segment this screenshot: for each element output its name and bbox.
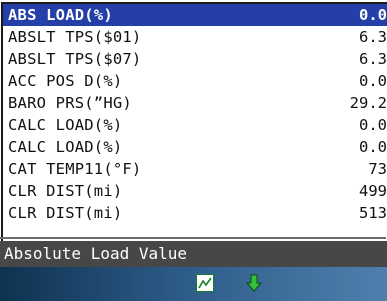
pid-value: 499 (359, 182, 387, 200)
pid-value: 6.3 (359, 50, 387, 68)
pid-name: CAT TEMP11(°F) (8, 160, 142, 178)
pid-value: 0.0 (359, 116, 387, 134)
pid-name: BARO PRS(”HG) (8, 94, 132, 112)
pid-value: 29.2 (349, 94, 387, 112)
pid-name: CLR DIST(mi) (8, 182, 123, 200)
graph-icon[interactable] (196, 274, 214, 292)
pid-name: ACC POS D(%) (8, 72, 123, 90)
pid-value: 513 (359, 204, 387, 222)
pid-value: 0.0 (359, 138, 387, 156)
pid-row[interactable]: ABS LOAD(%) 0.0 (3, 4, 387, 26)
pid-value: 0.0 (359, 6, 387, 24)
description-bar: Absolute Load Value (0, 241, 387, 267)
pid-name: ABSLT TPS($07) (8, 50, 142, 68)
pid-description: Absolute Load Value (4, 244, 188, 263)
list-divider (0, 237, 386, 239)
pid-row[interactable]: ABSLT TPS($07) 6.3 (3, 48, 387, 70)
pid-name: CALC LOAD(%) (8, 116, 123, 134)
pid-name: ABS LOAD(%) (8, 6, 113, 24)
pid-row[interactable]: ACC POS D(%) 0.0 (3, 70, 387, 92)
pid-row[interactable]: CLR DIST(mi) 513 (3, 202, 387, 224)
pid-value: 0.0 (359, 72, 387, 90)
function-toolbar (0, 267, 387, 301)
pid-name: ABSLT TPS($01) (8, 28, 142, 46)
pid-row[interactable]: CALC LOAD(%) 0.0 (3, 114, 387, 136)
pid-list: ABS LOAD(%) 0.0 ABSLT TPS($01) 6.3 ABSLT… (1, 2, 387, 260)
data-list-screen: ABS LOAD(%) 0.0 ABSLT TPS($01) 6.3 ABSLT… (0, 0, 387, 301)
pid-name: CALC LOAD(%) (8, 138, 123, 156)
pid-row[interactable]: CAT TEMP11(°F) 73 (3, 158, 387, 180)
arrow-down-icon[interactable] (245, 274, 263, 292)
pid-row[interactable]: BARO PRS(”HG) 29.2 (3, 92, 387, 114)
pid-row[interactable]: ABSLT TPS($01) 6.3 (3, 26, 387, 48)
pid-value: 6.3 (359, 28, 387, 46)
pid-name: CLR DIST(mi) (8, 204, 123, 222)
pid-row[interactable]: CLR DIST(mi) 499 (3, 180, 387, 202)
pid-row[interactable]: CALC LOAD(%) 0.0 (3, 136, 387, 158)
pid-value: 73 (368, 160, 387, 178)
